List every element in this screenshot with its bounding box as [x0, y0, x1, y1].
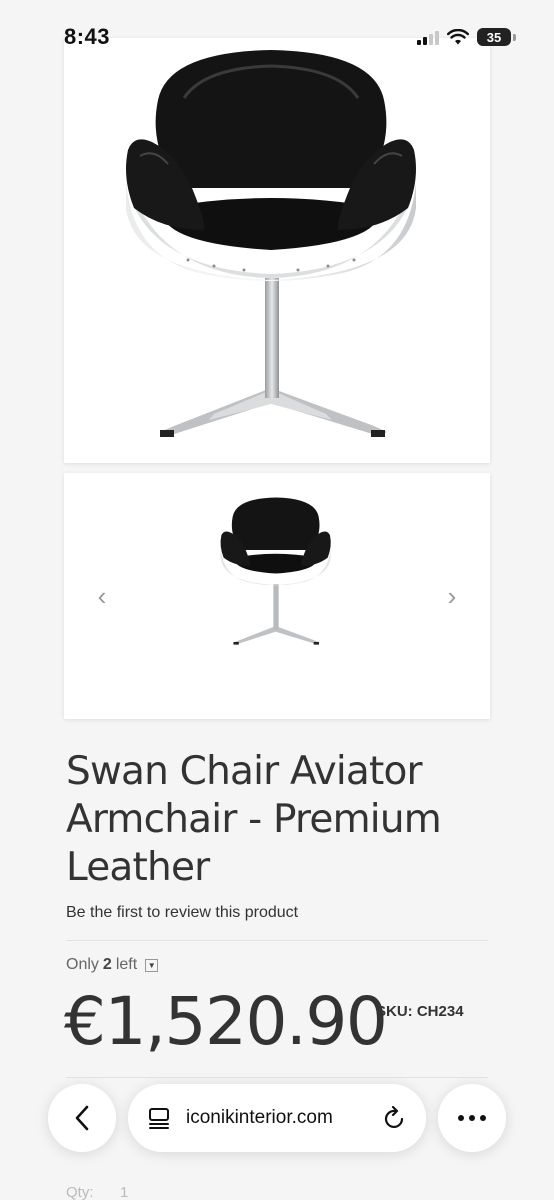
caret-down-icon[interactable]: ▼ — [145, 958, 159, 972]
chevron-right-icon[interactable]: › — [440, 581, 464, 611]
stock-suffix: left — [115, 956, 138, 973]
browser-toolbar: iconikinterior.com — [0, 1080, 554, 1156]
address-bar[interactable]: iconikinterior.com — [128, 1084, 426, 1152]
stock-indicator[interactable]: Only 2 left ▼ — [66, 956, 159, 974]
qty-label: Qty: — [66, 1184, 94, 1200]
wifi-icon — [447, 29, 469, 45]
battery-icon: 35 — [477, 28, 511, 46]
status-icons: 35 — [417, 28, 516, 46]
product-sku: SKU: CH234 — [376, 1003, 464, 1020]
sku-label: SKU: — [376, 1003, 413, 1020]
product-main-image[interactable] — [64, 38, 490, 463]
more-options-button[interactable] — [438, 1084, 506, 1152]
url-text[interactable]: iconikinterior.com — [186, 1107, 384, 1129]
reload-icon[interactable] — [384, 1106, 406, 1130]
chevron-left-icon[interactable]: ‹ — [90, 581, 114, 611]
product-thumbnail-carousel[interactable]: ‹ › — [64, 473, 490, 719]
product-title: Swan Chair Aviator Armchair - Premium Le… — [66, 749, 442, 890]
chevron-left-icon — [75, 1105, 89, 1131]
stock-count: 2 — [102, 956, 112, 973]
sku-value: CH234 — [416, 1003, 464, 1020]
divider — [66, 1077, 488, 1078]
cellular-signal-icon — [417, 29, 439, 45]
review-link[interactable]: Be the first to review this product — [66, 904, 298, 922]
page-menu-icon[interactable] — [148, 1107, 170, 1129]
more-icon — [458, 1115, 486, 1121]
stock-prefix: Only — [66, 956, 99, 973]
swan-chair-image — [126, 50, 416, 437]
qty-input[interactable]: 1 — [120, 1184, 128, 1200]
battery-tip — [513, 33, 516, 41]
divider — [66, 940, 488, 941]
back-button[interactable] — [48, 1084, 116, 1152]
status-time: 8:43 — [64, 24, 111, 49]
swan-chair-thumbnail — [220, 497, 331, 645]
product-price: €1,520.90 — [64, 983, 388, 1060]
status-bar: 8:43 35 — [0, 0, 554, 60]
